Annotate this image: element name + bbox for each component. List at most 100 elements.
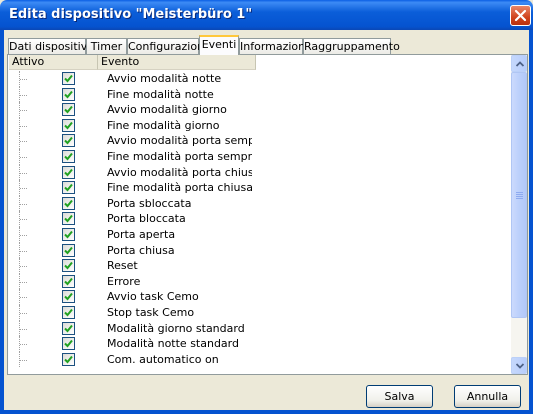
checkmark-icon (64, 324, 73, 333)
active-checkbox[interactable] (62, 337, 75, 351)
checkmark-icon (64, 340, 73, 348)
tree-connector (19, 102, 30, 118)
checkmark-icon (64, 152, 73, 161)
event-name: Avvio modalità porta chiusa (107, 165, 252, 179)
table-row[interactable]: Com. automatico on (9, 351, 511, 368)
checkmark-icon (64, 262, 73, 270)
active-checkbox[interactable] (62, 150, 75, 163)
event-name: Fine modalità porta chiusa (107, 181, 252, 195)
active-checkbox[interactable] (62, 165, 75, 179)
table-row[interactable]: Errore (9, 273, 511, 290)
table-row[interactable]: Modalità giorno standard (9, 320, 511, 337)
table-row[interactable]: Avvio modalità giorno (9, 102, 511, 118)
table-row[interactable]: Reset (9, 258, 511, 274)
checkmark-icon (64, 215, 73, 223)
checkmark-icon (64, 277, 73, 286)
window-frame-right (529, 30, 533, 414)
active-checkbox[interactable] (62, 274, 75, 288)
tab-dati-dispositivi[interactable]: Dati dispositivi (8, 38, 90, 54)
tab-informazioni[interactable]: Informazioni (239, 38, 308, 54)
title-bar[interactable]: Edita dispositivo "Meisterbüro 1" (0, 0, 533, 30)
checkmark-icon (64, 74, 73, 83)
column-header-attivo[interactable]: Attivo (9, 55, 98, 70)
tree-connector (19, 273, 30, 290)
table-row[interactable]: Porta bloccata (9, 211, 511, 227)
table-row[interactable]: Porta chiusa (9, 242, 511, 259)
tab-raggruppamento[interactable]: Raggruppamento (303, 38, 400, 54)
active-checkbox[interactable] (62, 181, 75, 195)
table-row[interactable]: Fine modalità giorno (9, 117, 511, 134)
scroll-down-arrow-icon (516, 363, 524, 369)
tab-eventi[interactable]: Eventi (199, 35, 239, 55)
active-checkbox[interactable] (62, 212, 75, 226)
table-row[interactable]: Fine modalità porta chiusa (9, 180, 511, 196)
table-row[interactable]: Porta sbloccata (9, 195, 511, 212)
event-name: Stop task Cemo (107, 306, 195, 319)
table-row[interactable]: Stop task Cemo (9, 305, 511, 321)
table-row[interactable]: Fine modalità porta sempre apert (9, 149, 511, 165)
scroll-grip-line (516, 192, 523, 193)
active-checkbox[interactable] (62, 259, 75, 273)
checkmark-icon (64, 293, 73, 301)
cancel-button[interactable]: Annulla (454, 385, 521, 408)
event-name: Porta aperta (107, 228, 176, 241)
column-header-evento[interactable]: Evento (98, 55, 256, 70)
scroll-grip-line (516, 198, 523, 199)
event-name: Fine modalità giorno (107, 118, 220, 132)
button-bar (4, 375, 529, 410)
tree-connector (19, 133, 30, 149)
scroll-grip-line (516, 194, 523, 195)
active-checkbox[interactable] (62, 321, 75, 335)
checkmark-icon (64, 355, 73, 364)
scroll-up-button[interactable] (511, 55, 527, 72)
active-checkbox[interactable] (62, 290, 75, 304)
close-icon (514, 9, 527, 22)
scroll-up-arrow-icon (516, 61, 524, 67)
tree-connector (19, 242, 30, 259)
active-checkbox[interactable] (62, 118, 75, 132)
event-list[interactable]: Attivo Evento Avvio modalità notte Fine m… (9, 55, 511, 374)
event-name: Avvio modalità porta sempre ape (107, 134, 252, 148)
table-row[interactable]: Avvio modalità porta sempre ape (9, 133, 511, 149)
event-name: Avvio modalità giorno (107, 103, 227, 117)
vertical-scrollbar[interactable] (511, 55, 527, 374)
tab-configurazione[interactable]: Configurazione (127, 38, 211, 54)
active-checkbox[interactable] (62, 228, 75, 241)
table-row[interactable]: Avvio task Cemo (9, 289, 511, 305)
active-checkbox[interactable] (62, 196, 75, 210)
active-checkbox[interactable] (62, 72, 75, 85)
tree-connector (19, 320, 30, 337)
table-row[interactable]: Avvio modalità porta chiusa (9, 164, 511, 181)
scroll-thumb[interactable] (511, 72, 527, 318)
event-name: Porta sbloccata (107, 196, 192, 210)
checkmark-icon (64, 137, 73, 145)
tree-connector (19, 258, 30, 274)
event-name: Avvio modalità notte (107, 72, 222, 85)
tree-connector (19, 305, 30, 321)
tab-timer[interactable]: Timer (86, 38, 127, 54)
table-row[interactable]: Fine modalità notte (9, 86, 511, 103)
event-name: Avvio task Cemo (107, 290, 199, 304)
table-row[interactable]: Avvio modalità notte (9, 71, 511, 87)
tree-connector (19, 336, 30, 352)
event-name: Fine modalità porta sempre apert (107, 150, 252, 163)
table-row[interactable]: Porta aperta (9, 227, 511, 243)
table-row[interactable]: Modalità notte standard (9, 336, 511, 352)
tree-connector (19, 71, 30, 87)
event-name: Porta bloccata (107, 212, 186, 226)
active-checkbox[interactable] (62, 243, 75, 257)
window-frame-bottom (0, 410, 533, 414)
scroll-down-button[interactable] (511, 357, 527, 374)
active-checkbox[interactable] (62, 87, 75, 101)
active-checkbox[interactable] (62, 352, 75, 366)
close-button[interactable] (510, 5, 531, 26)
active-checkbox[interactable] (62, 306, 75, 319)
active-checkbox[interactable] (62, 134, 75, 148)
checkmark-icon (64, 199, 73, 208)
save-button[interactable]: Salva (366, 385, 433, 408)
event-name: Com. automatico on (107, 352, 219, 366)
active-checkbox[interactable] (62, 103, 75, 117)
checkmark-icon (64, 246, 73, 255)
tree-connector (19, 289, 30, 305)
checkmark-icon (64, 308, 73, 317)
